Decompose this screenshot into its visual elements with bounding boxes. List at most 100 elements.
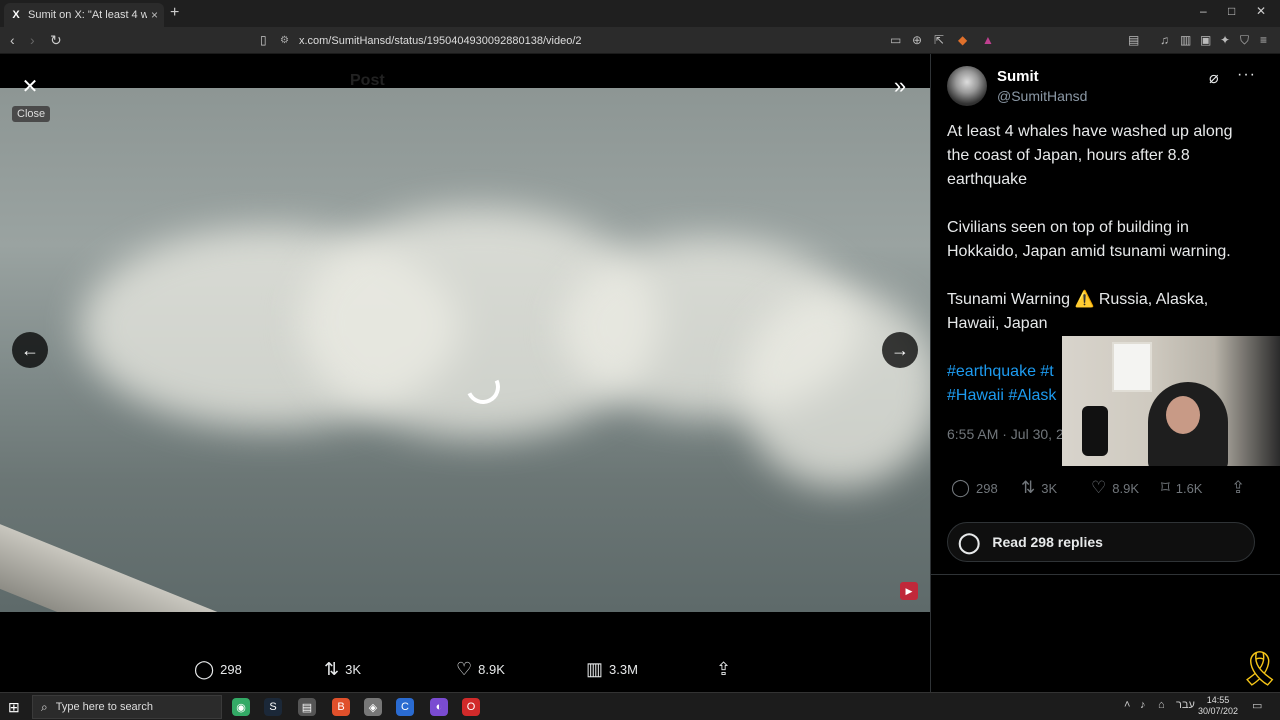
minimize-button[interactable]: – bbox=[1200, 4, 1207, 18]
like-button[interactable]: ♡ 8.9K bbox=[456, 659, 505, 680]
heart-icon: ♡ bbox=[1091, 478, 1107, 497]
opera-app-icon[interactable]: O bbox=[462, 698, 480, 716]
windows-start-icon[interactable]: ⊞ bbox=[8, 699, 20, 716]
chrome-app-icon[interactable]: ◉ bbox=[232, 698, 250, 716]
url-text: x.com/SumitHansd/status/1950404930092880… bbox=[298, 34, 582, 47]
reply-icon: ◯ bbox=[194, 659, 215, 679]
tweet-timestamp[interactable]: 6:55 AM · Jul 30, 2 bbox=[947, 426, 1064, 442]
avatar[interactable] bbox=[947, 66, 987, 106]
search-icon: ⌕ bbox=[41, 699, 48, 714]
share-icon[interactable]: ⇱ bbox=[934, 33, 944, 47]
notifications-icon[interactable]: ▭ bbox=[1252, 699, 1262, 712]
streamer-face bbox=[1166, 396, 1200, 434]
share-icon: ⇪ bbox=[1231, 478, 1246, 497]
tab-list-icon[interactable]: ▤ bbox=[1128, 33, 1139, 47]
share-icon: ⇪ bbox=[716, 659, 732, 679]
user-handle[interactable]: @SumitHansd bbox=[997, 88, 1087, 104]
repost-stat[interactable]: ⇅ 3K bbox=[1021, 478, 1057, 498]
repost-count: 3K bbox=[345, 662, 361, 677]
collapse-panel-button[interactable]: » bbox=[884, 70, 916, 102]
shield-app-icon[interactable]: ◈ bbox=[364, 698, 382, 716]
share-button[interactable]: ⇪ bbox=[716, 659, 737, 680]
foam-area bbox=[740, 288, 930, 488]
tweet-paragraph: Civilians seen on top of building in Hok… bbox=[947, 219, 1231, 260]
reload-icon[interactable]: ↻ bbox=[50, 32, 62, 49]
bookmark-stat[interactable]: ⌑ 1.6K bbox=[1161, 478, 1202, 498]
close-tooltip: Close bbox=[12, 106, 51, 122]
brave-shield-icon[interactable]: ◆ bbox=[958, 33, 967, 47]
close-viewer-button[interactable]: ✕ bbox=[14, 70, 46, 102]
repost-icon: ⇅ bbox=[324, 659, 340, 679]
x-logo-icon: X bbox=[12, 9, 20, 21]
repost-icon: ⇅ bbox=[1021, 478, 1036, 497]
files-app-icon[interactable]: ▤ bbox=[298, 698, 316, 716]
repost-count: 3K bbox=[1041, 480, 1058, 496]
reply-count: 298 bbox=[220, 662, 242, 677]
discord-app-icon[interactable]: ◐ bbox=[430, 698, 448, 716]
next-media-button[interactable]: → bbox=[882, 332, 918, 368]
window-close-button[interactable]: ✕ bbox=[1256, 4, 1266, 18]
vpn-icon[interactable]: ⛉ bbox=[1240, 33, 1249, 48]
back-icon[interactable]: ‹ bbox=[10, 32, 15, 48]
reply-stat[interactable]: ◯ 298 bbox=[951, 478, 998, 498]
read-replies-button[interactable]: ◯ Read 298 replies bbox=[947, 522, 1255, 562]
sidebar-icon[interactable]: ▥ bbox=[1180, 33, 1191, 47]
music-icon[interactable]: ♫ bbox=[1160, 33, 1169, 47]
clock-time: 14:55 bbox=[1206, 695, 1230, 705]
webcam-overlay bbox=[1062, 336, 1280, 466]
bookmark-icon[interactable]: ▯ bbox=[260, 33, 267, 47]
youtube-badge-icon: ▶ bbox=[900, 582, 918, 600]
brave-app-icon[interactable]: B bbox=[332, 698, 350, 716]
system-clock[interactable]: 14:55 30/07/202 bbox=[1198, 695, 1238, 717]
language-indicator[interactable]: עבר bbox=[1176, 699, 1195, 711]
display-name[interactable]: Sumit bbox=[997, 68, 1039, 85]
viewer-action-bar: ◯ 298 ⇅ 3K ♡ 8.9K ▥ 3.3M ⇪ bbox=[0, 654, 930, 686]
like-stat[interactable]: ♡ 8.9K bbox=[1091, 478, 1139, 498]
yellow-ribbon-icon: 🎗 bbox=[1238, 650, 1280, 688]
browser-tab[interactable]: X Sumit on X: "At least 4 whales ha × bbox=[4, 3, 164, 27]
rewards-icon[interactable]: ▲ bbox=[982, 33, 994, 47]
reply-icon: ◯ bbox=[951, 478, 971, 497]
tab-close-icon[interactable]: × bbox=[151, 8, 158, 22]
reply-button[interactable]: ◯ 298 bbox=[194, 659, 242, 680]
microphone bbox=[1082, 406, 1108, 456]
tweet-paragraph: Tsunami Warning ⚠️ Russia, Alaska, Hawai… bbox=[947, 291, 1209, 332]
video-player[interactable]: ▶ bbox=[0, 88, 930, 612]
share-stat[interactable]: ⇪ bbox=[1231, 478, 1251, 498]
like-count: 8.9K bbox=[478, 662, 505, 677]
seawall bbox=[0, 508, 350, 612]
forward-icon[interactable]: › bbox=[30, 32, 35, 48]
taskbar-search[interactable]: ⌕ Type here to search bbox=[32, 695, 222, 719]
more-options-icon[interactable]: ··· bbox=[1237, 66, 1256, 84]
bookmark-icon: ⌑ bbox=[1161, 478, 1170, 497]
tweet-paragraph: At least 4 whales have washed up along t… bbox=[947, 123, 1233, 188]
tray-chevron-icon[interactable]: ˄ bbox=[1124, 699, 1130, 711]
menu-icon[interactable]: ≡ bbox=[1260, 33, 1267, 47]
leo-icon[interactable]: ✦ bbox=[1220, 33, 1230, 47]
maximize-button[interactable]: □ bbox=[1228, 4, 1235, 18]
steam-app-icon[interactable]: S bbox=[264, 698, 282, 716]
views-chart-icon: ▥ bbox=[586, 659, 604, 679]
tweet-stats-row: ◯ 298 ⇅ 3K ♡ 8.9K ⌑ 1.6K ⇪ bbox=[947, 478, 1267, 500]
heart-icon: ♡ bbox=[456, 659, 473, 679]
browser-tab-strip: X Sumit on X: "At least 4 whales ha × + … bbox=[0, 0, 1280, 27]
new-tab-button[interactable]: + bbox=[170, 4, 179, 22]
bookmark-count: 1.6K bbox=[1175, 480, 1203, 496]
read-replies-label: Read 298 replies bbox=[992, 534, 1103, 550]
zoom-icon[interactable]: ⊕ bbox=[912, 33, 922, 47]
reply-count: 298 bbox=[976, 480, 998, 496]
ccleaner-app-icon[interactable]: C bbox=[396, 698, 414, 716]
reader-icon[interactable]: ▭ bbox=[890, 33, 901, 47]
site-settings-icon[interactable]: ⚙ bbox=[280, 35, 289, 46]
divider bbox=[931, 574, 1280, 575]
clock-date: 30/07/202 bbox=[1198, 706, 1239, 716]
webcam-window bbox=[1112, 342, 1152, 392]
grok-icon[interactable]: ⌀ bbox=[1209, 68, 1219, 88]
views-button[interactable]: ▥ 3.3M bbox=[586, 659, 638, 680]
view-count: 3.3M bbox=[609, 662, 638, 677]
wallet-icon[interactable]: ▣ bbox=[1200, 33, 1211, 47]
network-icon[interactable]: ⌂ bbox=[1158, 699, 1165, 711]
repost-button[interactable]: ⇅ 3K bbox=[324, 659, 361, 680]
previous-media-button[interactable]: ← bbox=[12, 332, 48, 368]
mic-icon[interactable]: ♪ bbox=[1140, 699, 1146, 711]
